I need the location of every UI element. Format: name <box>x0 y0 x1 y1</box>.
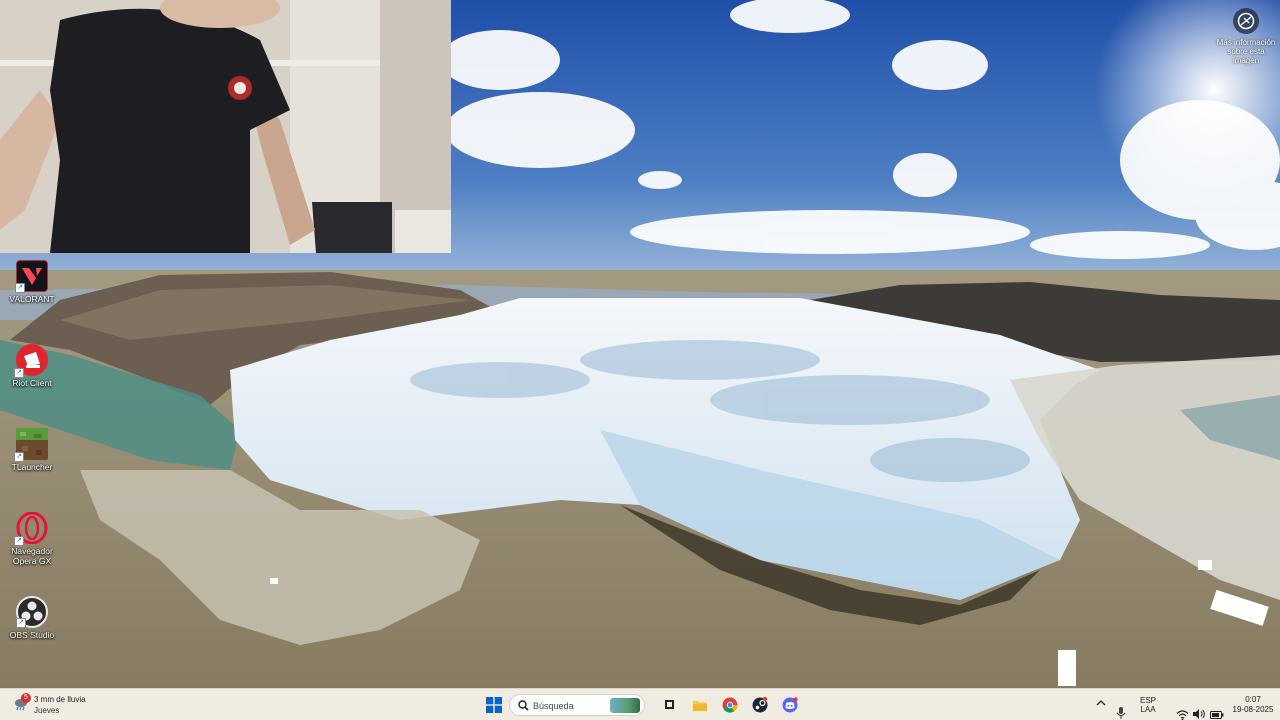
desktop-icon-obs-studio[interactable]: ↗ OBS Studio <box>4 594 60 674</box>
chrome-icon <box>722 697 738 713</box>
discord-button[interactable] <box>777 692 803 718</box>
shortcut-arrow-icon: ↗ <box>14 368 24 378</box>
webcam-person-image <box>0 0 451 253</box>
desktop-icon-label: Riot Client <box>12 378 52 388</box>
wallpaper-info-label[interactable]: Más información sobre esta imagen <box>1214 38 1278 65</box>
file-explorer-button[interactable] <box>687 692 713 718</box>
steam-icon <box>752 697 768 713</box>
shortcut-arrow-icon: ↗ <box>14 452 24 462</box>
windows-start-icon <box>486 697 502 713</box>
desktop-icon-label: Navegador Opera GX <box>11 546 53 566</box>
search-input[interactable] <box>533 698 613 713</box>
desktop-icon-label: TLauncher <box>11 462 53 472</box>
clock-time: 0:07 <box>1245 695 1261 704</box>
desktop-icon-valorant[interactable]: ↗ VALORANT <box>4 258 60 338</box>
input-language-indicator[interactable]: ESP LAA <box>1138 696 1158 720</box>
taskbar: 5 3 mm de lluvia Jueves Búsqueda ESP LAA… <box>0 688 1280 720</box>
weather-summary: 3 mm de lluvia <box>34 695 86 704</box>
desktop-icon-riot-client[interactable]: ↗ Riot Client <box>4 342 60 422</box>
minecraft-block-icon: ↗ <box>14 428 48 462</box>
chrome-button[interactable] <box>717 692 743 718</box>
desktop-icon-label: OBS Studio <box>9 630 55 640</box>
taskbar-clock[interactable]: 0:07 19-08-2025 <box>1230 695 1276 720</box>
obs-icon: ↗ <box>16 596 48 628</box>
search-highlight-image <box>610 698 640 713</box>
microphone-icon[interactable] <box>1116 697 1126 720</box>
opera-gx-icon: ↗ <box>14 511 48 546</box>
discord-icon <box>782 697 798 713</box>
weather-day: Jueves <box>34 706 60 715</box>
weather-widget[interactable]: 5 3 mm de lluvia Jueves <box>12 693 122 717</box>
chevron-up-icon[interactable] <box>1096 698 1106 708</box>
camera-info-icon[interactable] <box>1233 8 1259 34</box>
clock-date: 19-08-2025 <box>1232 705 1274 714</box>
wallpaper-info-widget[interactable]: Más información sobre esta imagen <box>1214 8 1278 65</box>
battery-icon[interactable] <box>1210 699 1224 720</box>
desktop-icon-tlauncher[interactable]: ↗ TLauncher <box>4 426 60 506</box>
file-explorer-icon <box>693 701 707 711</box>
taskbar-search[interactable] <box>509 694 645 716</box>
task-view-button[interactable] <box>657 692 683 718</box>
riot-client-icon: ↗ <box>14 344 48 378</box>
task-view-icon <box>665 700 674 709</box>
start-button[interactable] <box>481 692 507 718</box>
shortcut-arrow-icon: ↗ <box>16 618 26 628</box>
keyboard-layout: LAA <box>1140 705 1156 714</box>
volume-icon[interactable] <box>1192 698 1206 720</box>
desktop-icon-label: VALORANT <box>9 294 55 304</box>
shortcut-arrow-icon: ↗ <box>15 283 25 293</box>
wifi-icon[interactable] <box>1176 699 1189 720</box>
valorant-icon: ↗ <box>15 260 48 293</box>
shortcut-arrow-icon: ↗ <box>14 536 24 546</box>
desktop-icon-opera-gx[interactable]: ↗ Navegador Opera GX <box>4 510 60 590</box>
search-icon <box>518 700 529 711</box>
webcam-overlay <box>0 0 451 253</box>
weather-alert-badge: 5 <box>21 693 31 703</box>
language-code: ESP <box>1139 696 1156 705</box>
system-tray: ESP LAA 0:07 19-08-2025 <box>1090 689 1280 720</box>
steam-button[interactable] <box>747 692 773 718</box>
